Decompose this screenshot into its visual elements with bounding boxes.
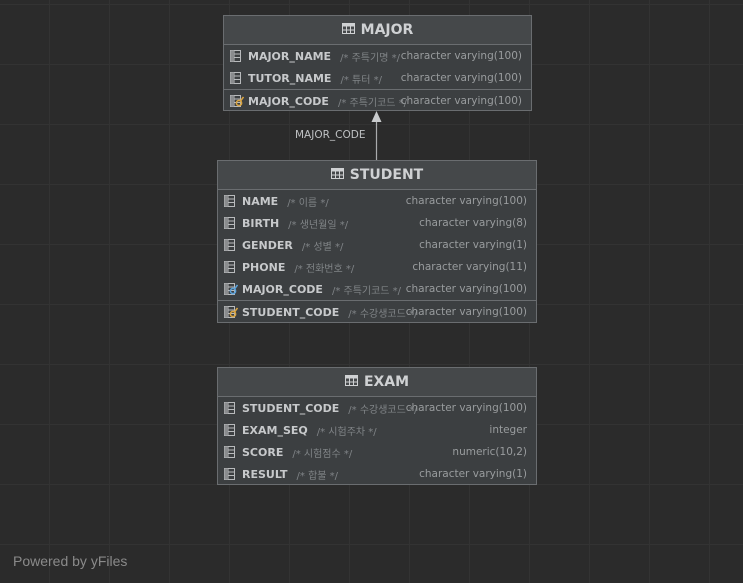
entity-title: STUDENT [349,167,424,183]
primary-key-column-icon [230,94,245,108]
column-icon [224,238,238,252]
column-row[interactable]: MAJOR_NAME /* 주특기명 */ character varying(… [224,45,531,67]
column-comment: /* 주특기명 */ [340,52,400,64]
column-type: character varying(100) [405,306,527,318]
column-type: character varying(100) [405,402,527,414]
entity-title: EXAM [363,374,410,390]
relation-arrowhead [371,111,382,122]
watermark: Powered by yFiles [13,553,128,569]
column-type: character varying(1) [419,468,527,480]
column-row[interactable]: TUTOR_NAME /* 튜터 */ character varying(10… [224,67,531,89]
column-comment: /* 튜터 */ [340,74,382,86]
column-type: character varying(100) [400,50,522,62]
column-type: character varying(1) [419,239,527,251]
column-type: character varying(100) [400,95,522,107]
column-icon [230,49,244,63]
entity-header: EXAM [218,368,536,397]
column-name: MAJOR_NAME [248,49,332,63]
column-row[interactable]: GENDER /* 성별 */ character varying(1) [218,234,536,256]
column-row[interactable]: NAME /* 이름 */ character varying(100) [218,190,536,212]
table-icon [330,167,344,183]
column-type: character varying(8) [419,217,527,229]
primary-key-column-icon [224,305,239,319]
column-name: EXAM_SEQ [242,423,308,437]
entity-major[interactable]: MAJOR MAJOR_NAME /* 주특기명 */ character va… [223,15,532,111]
column-icon [224,467,238,481]
column-icon [224,445,238,459]
foreign-key-column-icon [224,282,239,296]
column-type: character varying(11) [412,261,527,273]
column-row[interactable]: STUDENT_CODE /* 수강생코드 */ character varyi… [218,397,536,419]
column-name: BIRTH [242,216,280,230]
table-icon [344,374,358,390]
column-name: PHONE [242,260,286,274]
entity-header: STUDENT [218,161,536,190]
column-name: STUDENT_CODE [242,305,340,319]
column-name: RESULT [242,467,288,481]
column-type: character varying(100) [405,283,527,295]
table-icon [341,22,355,38]
column-comment: /* 생년월일 */ [288,219,349,231]
column-comment: /* 시험주차 */ [316,426,377,438]
column-row[interactable]: MAJOR_CODE /* 주특기코드 */ character varying… [218,278,536,300]
column-comment: /* 합불 */ [296,470,339,482]
column-type: character varying(100) [400,72,522,84]
column-comment: /* 시험점수 */ [292,448,353,460]
column-icon [224,194,238,208]
column-comment: /* 주특기코드 */ [331,285,402,297]
column-icon [224,260,238,274]
column-row[interactable]: EXAM_SEQ /* 시험주차 */ integer [218,419,536,441]
column-row[interactable]: MAJOR_CODE /* 주특기코드 */ character varying… [224,89,531,112]
column-row[interactable]: PHONE /* 전화번호 */ character varying(11) [218,256,536,278]
column-type: integer [489,424,527,436]
entity-exam[interactable]: EXAM STUDENT_CODE /* 수강생코드 */ character … [217,367,537,485]
column-type: character varying(100) [405,195,527,207]
column-comment: /* 성별 */ [301,241,344,253]
column-comment: /* 전화번호 */ [294,263,355,275]
column-comment: /* 주특기코드 */ [337,97,408,109]
column-name: MAJOR_CODE [248,94,329,108]
entity-student[interactable]: STUDENT NAME /* 이름 */ character varying(… [217,160,537,323]
column-row[interactable]: SCORE /* 시험점수 */ numeric(10,2) [218,441,536,463]
column-name: SCORE [242,445,284,459]
entity-title: MAJOR [360,22,414,38]
entity-header: MAJOR [224,16,531,45]
column-icon [224,423,238,437]
column-icon [224,216,238,230]
column-name: TUTOR_NAME [248,71,332,85]
column-icon [224,401,238,415]
column-name: NAME [242,194,279,208]
column-name: MAJOR_CODE [242,282,323,296]
column-icon [230,71,244,85]
relation-label: MAJOR_CODE [295,129,366,141]
column-row[interactable]: BIRTH /* 생년월일 */ character varying(8) [218,212,536,234]
column-name: GENDER [242,238,293,252]
column-name: STUDENT_CODE [242,401,340,415]
column-row[interactable]: RESULT /* 합불 */ character varying(1) [218,463,536,485]
column-type: numeric(10,2) [452,446,527,458]
column-row[interactable]: STUDENT_CODE /* 수강생코드 */ character varyi… [218,300,536,323]
column-comment: /* 이름 */ [287,197,329,209]
